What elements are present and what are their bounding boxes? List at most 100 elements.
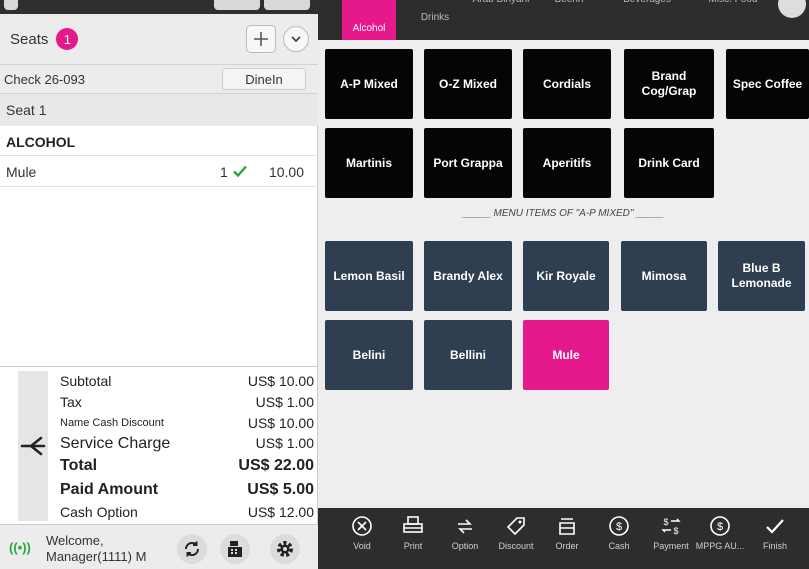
plus-icon xyxy=(254,32,268,46)
cash-register-button[interactable] xyxy=(220,534,250,564)
tab-misc-food[interactable]: Misc. Food xyxy=(698,0,768,34)
mppg-button[interactable]: $ MPPG AU... xyxy=(695,508,745,569)
menu-item-tile[interactable]: Brandy Alex xyxy=(424,241,512,311)
subcategory-tile[interactable]: Spec Coffee xyxy=(726,49,809,119)
subcategory-tile[interactable]: Cordials xyxy=(523,49,611,119)
order-panel: Seats 1 Check 26-093 DineIn Seat 1 ALCOH… xyxy=(0,0,318,569)
menu-item-tile[interactable]: Blue B Lemonade xyxy=(718,241,805,311)
cash-icon: $ xyxy=(609,516,629,536)
refresh-icon xyxy=(184,541,200,557)
add-seat-button[interactable] xyxy=(246,25,276,53)
mppg-icon: $ xyxy=(710,516,730,536)
subcategory-tile[interactable]: Aperitifs xyxy=(523,128,611,198)
discount-button[interactable]: Discount xyxy=(491,508,541,569)
subcategory-tile[interactable]: O-Z Mixed xyxy=(424,49,512,119)
totals-label: Cash Option xyxy=(60,504,138,520)
option-button[interactable]: Option xyxy=(440,508,490,569)
avatar[interactable] xyxy=(778,0,806,18)
totals-label: Name Cash Discount xyxy=(60,417,164,429)
totals-label: Paid Amount xyxy=(60,481,159,498)
check-row: Check 26-093 DineIn xyxy=(0,64,318,94)
order-item-price: 10.00 xyxy=(268,163,304,180)
seat-header[interactable]: Seat 1 xyxy=(0,94,318,126)
check-number: Check 26-093 xyxy=(4,71,85,87)
order-item-row[interactable]: Mule 1 10.00 xyxy=(0,157,318,187)
menu-item-tile[interactable]: Bellini xyxy=(424,320,512,390)
split-icon xyxy=(20,436,46,456)
option-label: Option xyxy=(451,541,479,551)
void-label: Void xyxy=(353,541,371,551)
menu-item-tile-selected[interactable]: Mule xyxy=(523,320,609,390)
category-tab-bar: Alcohol Drinks Arab Biriyani Beerin Beve… xyxy=(318,0,809,40)
totals-label: Total xyxy=(60,457,98,474)
subcategory-tile[interactable]: Martinis xyxy=(325,128,413,198)
top-handle xyxy=(214,0,260,10)
totals-value: US$ 12.00 xyxy=(247,504,314,520)
subcategory-tile[interactable]: Port Grappa xyxy=(424,128,512,198)
tab-beerin[interactable]: Beerin xyxy=(544,0,594,34)
order-label: Order xyxy=(555,541,579,551)
finish-button[interactable]: Finish xyxy=(750,508,800,569)
menu-item-tile[interactable]: Lemon Basil xyxy=(325,241,413,311)
print-button[interactable]: Print xyxy=(388,508,438,569)
discount-icon xyxy=(506,517,525,536)
tab-beverages[interactable]: Beverages xyxy=(612,0,682,34)
seats-row: Seats 1 xyxy=(0,14,318,64)
top-handle xyxy=(264,0,310,10)
mppg-label: MPPG AU... xyxy=(695,541,745,551)
order-item-qty: 1 xyxy=(220,163,228,180)
payment-icon: $$ xyxy=(661,517,681,536)
discount-label: Discount xyxy=(498,541,534,551)
top-handle xyxy=(4,0,18,10)
seats-dropdown-button[interactable] xyxy=(283,26,309,52)
menu-item-tile[interactable]: Kir Royale xyxy=(523,241,609,311)
menu-item-tile[interactable]: Belini xyxy=(325,320,413,390)
totals-line: Subtotal US$ 10.00 xyxy=(60,373,314,389)
order-button[interactable]: Order xyxy=(542,508,592,569)
cash-button[interactable]: $ Cash xyxy=(594,508,644,569)
refresh-button[interactable] xyxy=(177,534,207,564)
totals-line: Service Charge US$ 1.00 xyxy=(60,435,314,453)
menu-items-caption: _____ MENU ITEMS OF "A-P MIXED" _____ xyxy=(462,208,665,219)
totals-line: Paid Amount US$ 5.00 xyxy=(60,481,314,499)
totals-value: US$ 5.00 xyxy=(247,481,314,498)
welcome-line: Welcome, xyxy=(46,533,104,548)
totals-value: US$ 22.00 xyxy=(238,457,314,474)
totals-line: Name Cash Discount US$ 10.00 xyxy=(60,415,314,431)
totals-value: US$ 1.00 xyxy=(255,435,314,451)
action-toolbar: Void Print Option Discount Order $ Cash … xyxy=(318,508,809,569)
menu-item-tile[interactable]: Mimosa xyxy=(621,241,707,311)
totals-section: Subtotal US$ 10.00 Tax US$ 1.00 Name Cash … xyxy=(0,366,318,524)
payment-button[interactable]: $ $ Payment xyxy=(646,508,696,569)
settings-button[interactable] xyxy=(270,534,300,564)
totals-value: US$ 10.00 xyxy=(247,415,314,431)
cash-register-icon xyxy=(228,541,242,557)
wifi-icon: ((•)) xyxy=(9,540,31,555)
cash-label: Cash xyxy=(608,541,630,551)
svg-text:$: $ xyxy=(673,526,678,536)
tab-alcohol[interactable]: Alcohol xyxy=(342,0,396,40)
subcategory-tile[interactable]: A-P Mixed xyxy=(325,49,413,119)
left-top-strip xyxy=(0,0,318,14)
status-bar: ((•)) Welcome, Manager(1111) M xyxy=(0,524,318,569)
subcategory-tile[interactable]: Drink Card xyxy=(624,128,714,198)
seats-count-badge[interactable]: 1 xyxy=(56,28,79,50)
order-type-button[interactable]: DineIn xyxy=(222,68,306,90)
svg-text:$: $ xyxy=(663,517,668,527)
void-button[interactable]: Void xyxy=(337,508,387,569)
order-icon xyxy=(559,518,575,535)
user-name: Manager(1111) M xyxy=(46,549,147,564)
split-check-button[interactable] xyxy=(18,371,48,521)
void-icon xyxy=(352,516,372,536)
svg-text:$: $ xyxy=(717,521,723,533)
order-category-header: ALCOHOL xyxy=(0,128,318,156)
totals-label: Service Charge xyxy=(60,435,171,452)
subcategory-tile[interactable]: Brand Cog/Grap xyxy=(624,49,714,119)
totals-line: Total US$ 22.00 xyxy=(60,457,314,475)
option-icon xyxy=(458,519,472,534)
tab-arab-biriyani[interactable]: Arab Biriyani xyxy=(460,0,542,34)
tab-drinks[interactable]: Drinks xyxy=(410,0,460,40)
totals-value: US$ 10.00 xyxy=(247,373,314,389)
order-item-name: Mule xyxy=(6,163,37,180)
print-label: Print xyxy=(403,541,423,551)
